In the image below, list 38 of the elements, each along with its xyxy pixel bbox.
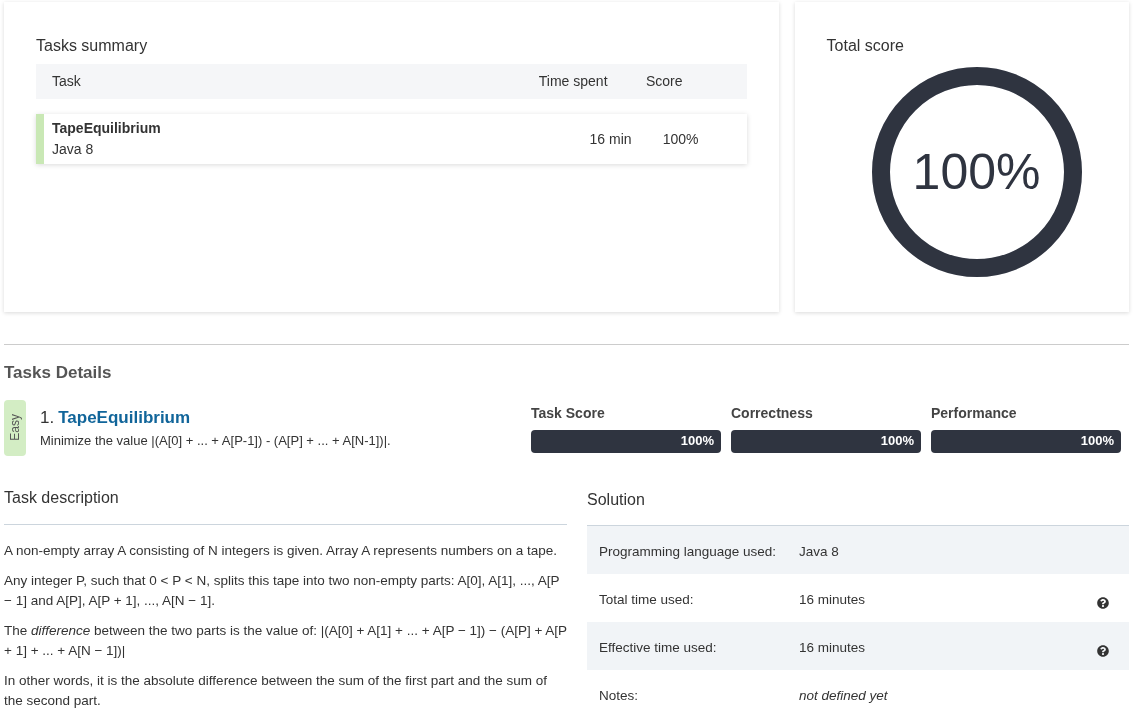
- task-language: Java 8: [52, 140, 95, 159]
- description-paragraph: Any integer P, such that 0 < P < N, splits this tape into two non-empty parts: A[0], A[1], ..., A[P − 1] and A[P], A[P + 1], ..., A[N − 1].: [4, 571, 561, 610]
- help-icon[interactable]: [1097, 596, 1109, 609]
- description-paragraph: In other words, it is the absolute difference between the sum of the first part and the sum of the second part.: [4, 671, 549, 710]
- info-label: Notes:: [599, 686, 640, 705]
- section-title: Tasks Details: [3, 362, 113, 384]
- info-value: not defined yet: [799, 686, 889, 705]
- metric-label: Correctness: [731, 403, 814, 423]
- section-title: Solution: [587, 485, 1129, 526]
- column-header: Score: [644, 72, 684, 91]
- info-label: Effective time used:: [599, 638, 718, 657]
- info-value: Java 8: [799, 542, 840, 561]
- section-title: Task description: [4, 485, 567, 525]
- help-icon[interactable]: [1097, 644, 1109, 657]
- info-label: Total time used:: [599, 590, 695, 609]
- card-title: Tasks summary: [36, 36, 149, 56]
- metric-label: Task Score: [531, 403, 606, 423]
- difficulty-badge: Easy: [4, 399, 26, 456]
- card-title: Total score: [826, 36, 905, 56]
- description-paragraph: The difference between the two parts is the value of: |(A[0] + A[1] + ... + A[P − 1]) − (A[P] + A[P + 1] + ... + A[N − 1])|: [4, 621, 567, 660]
- task-row[interactable]: TapeEquilibrium Java 8 16 min 100%: [36, 114, 747, 164]
- table-cell-text: 100%: [661, 129, 700, 149]
- task-name: TapeEquilibrium: [52, 119, 162, 138]
- metric-label: Performance: [931, 403, 1018, 423]
- info-label: Programming language used:: [599, 542, 778, 561]
- description-paragraph: A non-empty array A consisting of N integers is given. Array A represents numbers on a tape.: [4, 541, 559, 560]
- column-header: Task: [52, 72, 82, 91]
- task-summary: Minimize the value |(A[0] + ... + A[P-1]) - (A[P] + ... + A[N-1])|.: [40, 431, 392, 450]
- column-header: Time spent: [537, 72, 608, 91]
- score-value: 100%: [912, 147, 1041, 197]
- info-value: 16 minutes: [799, 590, 867, 609]
- task-number: 1.: [40, 407, 55, 429]
- task-link[interactable]: TapeEquilibrium: [58, 405, 191, 431]
- score-reading: 100%: [680, 432, 714, 451]
- score-reading: 100%: [1080, 432, 1114, 451]
- table-cell-text: 16 min: [588, 129, 632, 149]
- score-reading: 100%: [880, 432, 914, 451]
- info-value: 16 minutes: [799, 638, 867, 657]
